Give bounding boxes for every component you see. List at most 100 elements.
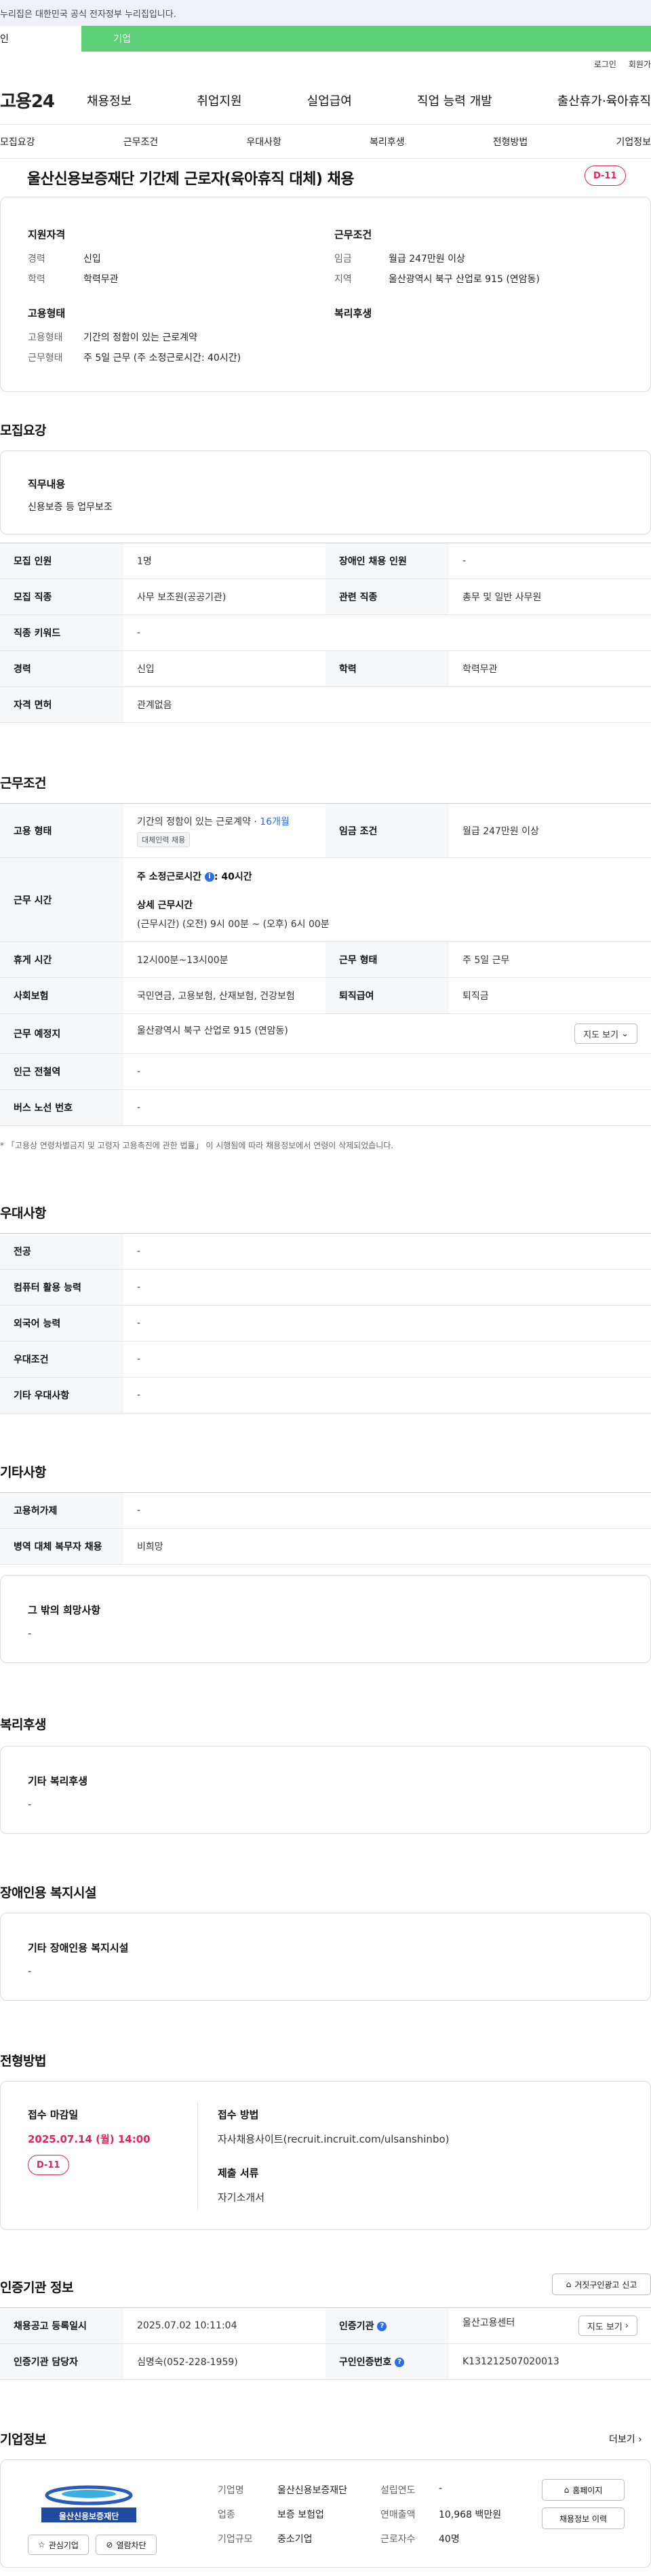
table-row: 인근 전철역 -: [0, 1053, 651, 1090]
recruit-history-label: 채용정보 이력: [559, 2514, 608, 2524]
language-label: 외국어 능력: [0, 1305, 123, 1342]
company-section-title: 기업정보: [0, 2432, 46, 2447]
job-category-label: 모집 직종: [0, 579, 123, 615]
weekly-hours: 주 소정근로시간 i: 40시간: [137, 870, 637, 883]
staff-label: 근로자수: [380, 2534, 416, 2545]
disabled-section-title: 장애인용 복지시설: [0, 1886, 96, 1900]
emp-period: 16개월: [260, 816, 290, 827]
table-row: 컴퓨터 활용 능력 -: [0, 1269, 651, 1306]
info-icon[interactable]: ?: [395, 2358, 405, 2367]
tab-individual[interactable]: 인: [0, 26, 81, 52]
cert-section-title: 인증기관 정보: [0, 2280, 74, 2295]
major-value: -: [123, 1233, 651, 1270]
job-keyword-label: 직종 키워드: [0, 614, 123, 651]
company-logo-text: 울산신용보증재단: [58, 2512, 119, 2521]
nav-job-info[interactable]: 채용정보: [87, 92, 132, 109]
duty-card: 직무내용 신용보증 등 업무보조: [0, 450, 651, 534]
weekly-hours-label: 주 소정근로시간: [137, 871, 202, 882]
nav-job-skill-dev[interactable]: 직업 능력 개발: [417, 92, 492, 109]
severance-label: 퇴직급여: [326, 977, 449, 1014]
site-logo[interactable]: 고용24: [0, 87, 75, 113]
subnav-recruit[interactable]: 모집요강: [0, 135, 35, 149]
info-icon[interactable]: i: [204, 872, 214, 882]
report-fake-ad-label: 거짓구인광고 신고: [574, 2280, 637, 2290]
pref-cond-label: 우대조건: [0, 1341, 123, 1378]
wage-cond-value: 월급 247만원 이상: [449, 803, 651, 858]
deadline-title: 접수 마감일: [28, 2109, 79, 2121]
work-place-value: 울산광역시 북구 산업로 915 (연암동): [137, 1026, 288, 1036]
star-icon: ☆: [38, 2540, 45, 2550]
chevron-right-icon: ›: [638, 2434, 642, 2445]
other-pref-value: -: [123, 1377, 651, 1413]
hours-detail-value: (근무시간) (오전) 9시 00분 ~ (오후) 6시 00분: [137, 918, 330, 930]
info-icon[interactable]: ?: [377, 2322, 387, 2331]
block-view-button[interactable]: ⊘ 열람차단: [96, 2535, 157, 2555]
disabled-count-value: -: [449, 543, 651, 579]
house-icon: ⌂: [566, 2280, 572, 2289]
company-more-label: 더보기: [609, 2434, 635, 2445]
docs-title: 제출 서류: [218, 2167, 259, 2179]
job-keyword-value: -: [123, 614, 651, 651]
duty-value: 신용보증 등 업무보조: [28, 502, 113, 513]
req-no-label-cell: 구인인증번호 ?: [326, 2343, 449, 2380]
selection-dday-badge: D-11: [28, 2155, 69, 2175]
table-row: 고용 형태 기간의 정함이 있는 근로계약 · 16개월 대체인력 채용 임금 …: [0, 803, 651, 858]
method-value: 자사채용사이트(recruit.incruit.com/ulsanshinbo): [218, 2133, 450, 2145]
cert-org-label: 인증기관: [339, 2321, 374, 2332]
disabled-etc-title: 기타 장애인용 복지시설: [28, 1942, 129, 1954]
subnav-welfare[interactable]: 복리후생: [370, 135, 405, 149]
map-view-button[interactable]: 지도 보기 ⌄: [574, 1023, 637, 1044]
table-row: 고용허가제 -: [0, 1492, 651, 1529]
interest-company-button[interactable]: ☆ 관심기업: [28, 2535, 89, 2555]
other-wish-card: 그 밖의 희망사항 -: [0, 1575, 651, 1663]
company-size-value: 중소기업: [277, 2534, 313, 2545]
cert-org-value: 울산고용센터: [462, 2318, 515, 2328]
welfare-card: 기타 복리후생 -: [0, 1746, 651, 1834]
company-more-link[interactable]: 더보기 ›: [609, 2432, 642, 2446]
table-row: 인증기관 담당자 심명숙(052-228-1959) 구인인증번호 ? K131…: [0, 2343, 651, 2380]
other-wish-value: -: [28, 1627, 32, 1639]
nav-employment-support[interactable]: 취업지원: [197, 92, 241, 109]
tab-company[interactable]: 기업: [81, 26, 163, 52]
chevron-down-icon: ⌄: [621, 1028, 629, 1039]
subnav-selection[interactable]: 전형방법: [493, 135, 528, 149]
table-row: 직종 키워드 -: [0, 614, 651, 651]
nav-unemployment-benefit[interactable]: 실업급여: [307, 92, 352, 109]
signup-link[interactable]: 회원가: [629, 58, 651, 70]
section-subnav: 모집요강 근무조건 우대사항 복리후생 전형방법 기업정보: [0, 125, 651, 159]
subnav-company[interactable]: 기업정보: [616, 135, 651, 149]
welfare-etc-title: 기타 복리후생: [28, 1775, 88, 1787]
insurance-value: 국민연금, 고용보험, 산재보험, 건강보험: [123, 977, 326, 1014]
report-fake-ad-button[interactable]: ⌂ 거짓구인광고 신고: [552, 2273, 651, 2295]
duty-title: 직무내용: [28, 478, 66, 490]
related-category-value: 총무 및 일반 사무원: [449, 579, 651, 615]
company-size-label: 기업규모: [218, 2534, 253, 2545]
other-pref-label: 기타 우대사항: [0, 1377, 123, 1413]
login-link[interactable]: 로그인: [594, 58, 616, 70]
workcond-section-title: 근무조건: [0, 776, 46, 791]
block-view-label: 열람차단: [116, 2540, 146, 2550]
recruit-history-button[interactable]: 채용정보 이력: [542, 2507, 625, 2529]
subnav-pref[interactable]: 우대사항: [246, 135, 281, 149]
table-row: 병역 대체 복무자 채용 비희망: [0, 1528, 651, 1565]
severance-value: 퇴직금: [449, 977, 651, 1014]
nav-maternity-leave[interactable]: 출산휴가·육아휴직: [557, 92, 651, 109]
subnav-workcond[interactable]: 근무조건: [123, 135, 159, 149]
computer-value: -: [123, 1269, 651, 1306]
industry-label: 업종: [218, 2510, 235, 2520]
welfare-section-title: 복리후생: [0, 1717, 46, 1732]
homepage-button[interactable]: ⌂ 홈페이지: [542, 2479, 625, 2501]
cert-org-label-cell: 인증기관 ?: [326, 2307, 449, 2344]
table-row: 사회보험 국민연금, 고용보험, 산재보험, 건강보험 퇴직급여 퇴직금: [0, 977, 651, 1014]
emp-type-label: 고용형태: [28, 332, 63, 343]
wage-cond-label: 임금 조건: [326, 803, 449, 858]
recruit-section-title: 모집요강: [0, 423, 46, 438]
company-name-label: 기업명: [218, 2485, 244, 2496]
staff-value: 40명: [439, 2534, 460, 2545]
deadline-value: 2025.07.14 (월) 14:00: [28, 2133, 151, 2145]
cert-map-button[interactable]: 지도 보기 ›: [578, 2316, 637, 2336]
bus-label: 버스 노선 번호: [0, 1089, 123, 1126]
rest-label: 휴게 시간: [0, 941, 123, 978]
emp-form-value: 기간의 정함이 있는 근로계약: [137, 816, 251, 827]
table-row: 모집 인원 1명 장애인 채용 인원 -: [0, 543, 651, 579]
